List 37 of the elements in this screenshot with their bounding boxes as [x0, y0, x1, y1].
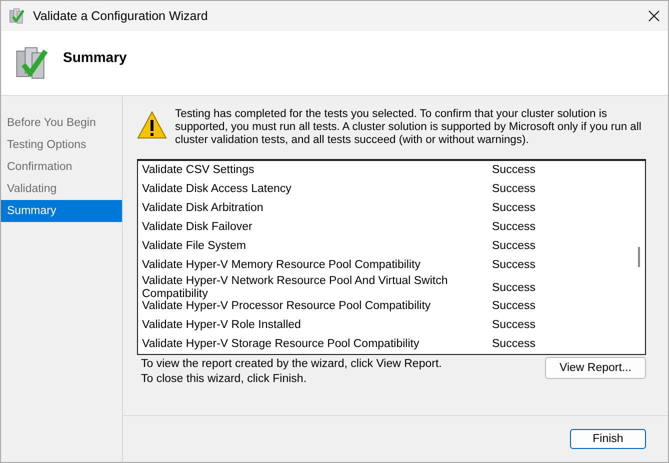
- test-name: Validate Hyper-V Memory Resource Pool Compatibility: [142, 259, 422, 272]
- test-result: Success: [492, 282, 536, 294]
- test-name: Validate Hyper-V Role Installed: [142, 319, 302, 332]
- sidebar-item[interactable]: Before You Begin: [1, 112, 122, 134]
- test-result: Success: [492, 240, 536, 253]
- test-name: Validate Hyper-V Processor Resource Pool Compatibility: [142, 300, 432, 313]
- window-title: Validate a Configuration Wizard: [33, 9, 209, 23]
- test-name: Validate CSV Settings: [142, 164, 256, 177]
- sidebar-item[interactable]: Testing Options: [1, 134, 122, 156]
- warning-icon: [137, 111, 167, 139]
- sidebar-item[interactable]: Summary: [1, 200, 122, 222]
- test-result: Success: [492, 202, 536, 215]
- sidebar-item[interactable]: Validating: [1, 178, 122, 200]
- test-result: Success: [492, 338, 536, 351]
- test-name: Validate Disk Failover: [142, 221, 254, 234]
- test-name: Validate Disk Access Latency: [142, 183, 292, 196]
- test-result: Success: [492, 164, 536, 177]
- test-name: Validate Disk Arbitration: [142, 202, 264, 215]
- view-report-button[interactable]: View Report...: [545, 357, 646, 379]
- test-result: Success: [492, 259, 536, 272]
- test-name: Validate File System: [142, 240, 247, 253]
- test-result: Success: [492, 319, 536, 332]
- scrollbar-thumb[interactable]: [638, 247, 640, 267]
- test-name: Validate Hyper-V Network Resource Pool And Virtual Switch Compatibility: [142, 275, 449, 300]
- server-check-icon: [15, 46, 49, 80]
- test-result: Success: [492, 300, 536, 313]
- instruction-text: To close this wizard, click Finish.: [141, 372, 308, 387]
- finish-button[interactable]: Finish: [570, 429, 646, 449]
- instruction-text: To view the report created by the wizard, click View Report.: [141, 357, 442, 372]
- close-icon[interactable]: [648, 10, 660, 22]
- test-result: Success: [492, 183, 536, 196]
- summary-message: Testing has completed for the tests you selected. To confirm that your cluster solution is supported, you must run all tests. A cluster solution is supported by Microsoft only if you run all cluster validation tests, and all tests succeed (with or without warnings).: [175, 108, 642, 147]
- sidebar-item[interactable]: Confirmation: [1, 156, 122, 178]
- page-title: Summary: [63, 49, 127, 65]
- test-name: Validate Hyper-V Storage Resource Pool Compatibility: [142, 338, 420, 351]
- server-check-icon: [9, 8, 25, 24]
- test-result: Success: [492, 221, 536, 234]
